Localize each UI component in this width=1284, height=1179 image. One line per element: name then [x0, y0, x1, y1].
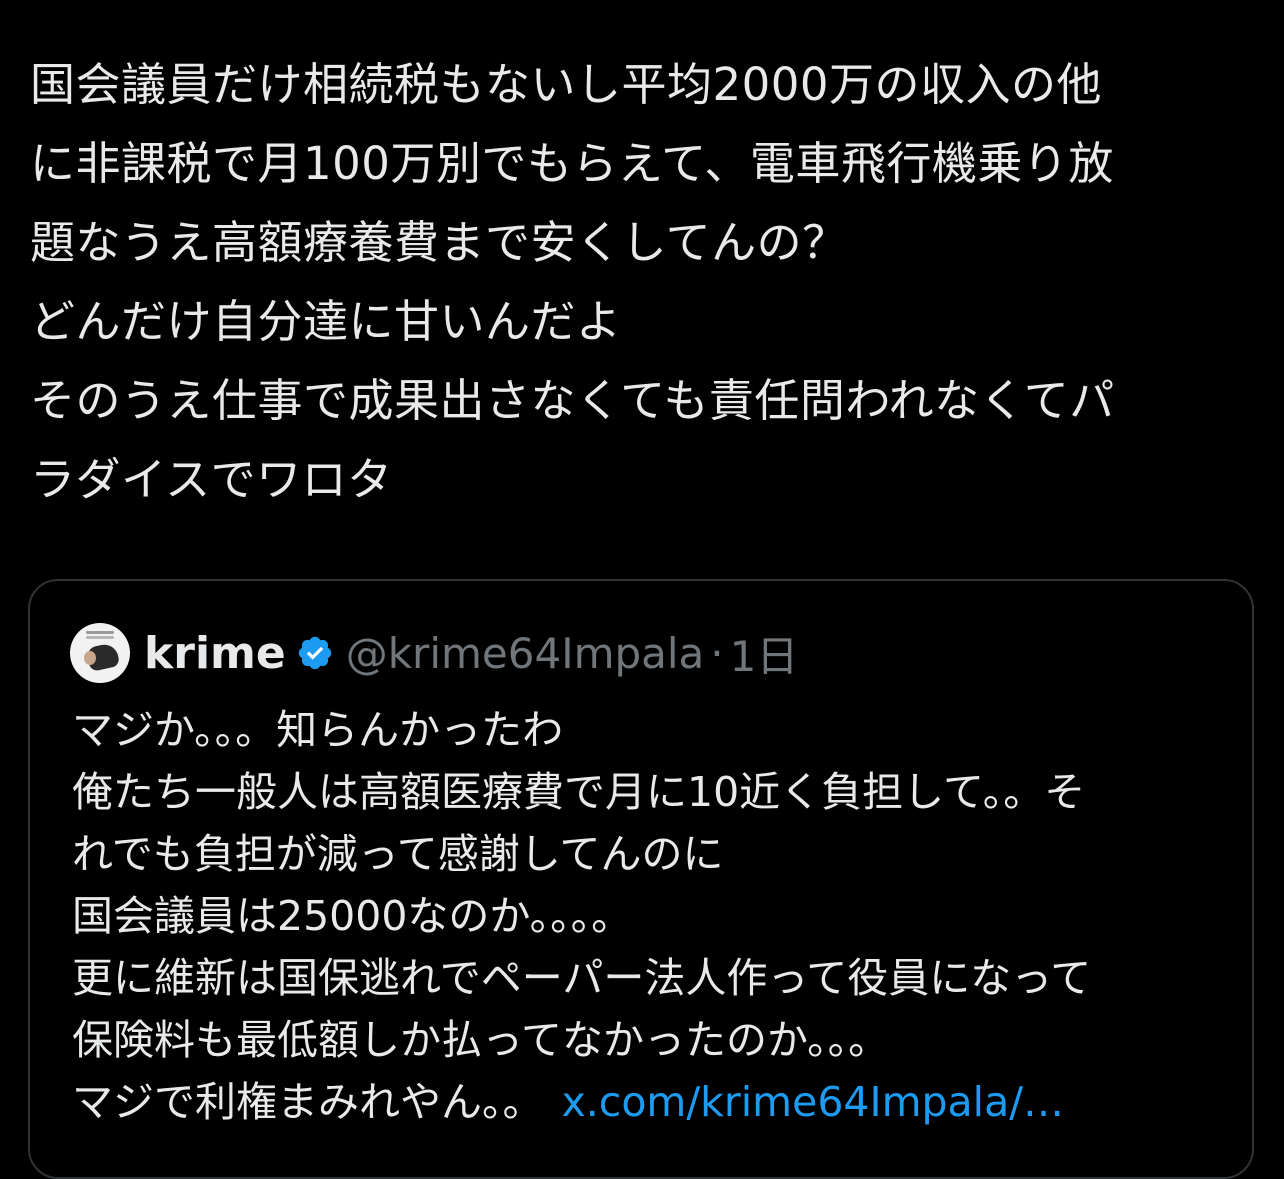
quoted-text-line: 国会議員は25000なのか。。。。: [72, 892, 633, 940]
post-text-line: に非課税で月100万別でもらえて、電車飛行機乗り放: [30, 137, 1114, 190]
post-text-line: ラダイスでワロタ: [30, 453, 393, 506]
post-text-line: 題なうえ高額療養費まで安くしてんの？: [30, 216, 848, 269]
quoted-post-text: マジか。。。知らんかったわ 俺たち一般人は高額医療費で月に10近く負担して。。そ…: [72, 699, 1242, 1133]
avatar[interactable]: [70, 623, 130, 683]
user-handle[interactable]: @krime64Impala: [346, 629, 705, 678]
avatar-head-shape: [84, 651, 96, 665]
post-text: 国会議員だけ相続税もないし平均2000万の収入の他 に非課税で月100万別でもら…: [30, 45, 1260, 519]
display-name[interactable]: krime: [144, 628, 286, 679]
quoted-text-line: 俺たち一般人は高額医療費で月に10近く負担して。。そ: [72, 768, 1086, 816]
quoted-post-header: krime @krime64Impala · 1日: [70, 621, 798, 685]
quoted-text-line: マジで利権まみれやん。。: [72, 1078, 544, 1126]
post-timestamp[interactable]: 1日: [730, 623, 799, 684]
post-text-line: そのうえ仕事で成果出さなくても責任問われなくてパ: [30, 374, 1115, 427]
quoted-post-card[interactable]: krime @krime64Impala · 1日 マジか。。。知らんかったわ …: [28, 579, 1254, 1179]
quoted-text-line: れでも負担が減って感謝してんのに: [72, 830, 724, 878]
post-text-line: 国会議員だけ相続税もないし平均2000万の収入の他: [30, 58, 1103, 111]
meta-separator: ·: [710, 628, 724, 678]
verified-badge-icon: [298, 636, 331, 670]
quoted-text-line: 保険料も最低額しか払ってなかったのか。。。: [72, 1016, 890, 1064]
quoted-text-last-line: マジで利権まみれやん。。 x.com/krime64Impala/…: [72, 1071, 1242, 1133]
quoted-text-line: 更に維新は国保逃れでペーパー法人作って役員になって: [72, 954, 1092, 1002]
avatar-caption-shape: [86, 631, 114, 634]
post-text-line: どんだけ自分達に甘いんだよ: [30, 295, 622, 348]
quoted-text-line: マジか。。。知らんかったわ: [72, 706, 564, 754]
post-link[interactable]: x.com/krime64Impala/…: [562, 1078, 1065, 1126]
